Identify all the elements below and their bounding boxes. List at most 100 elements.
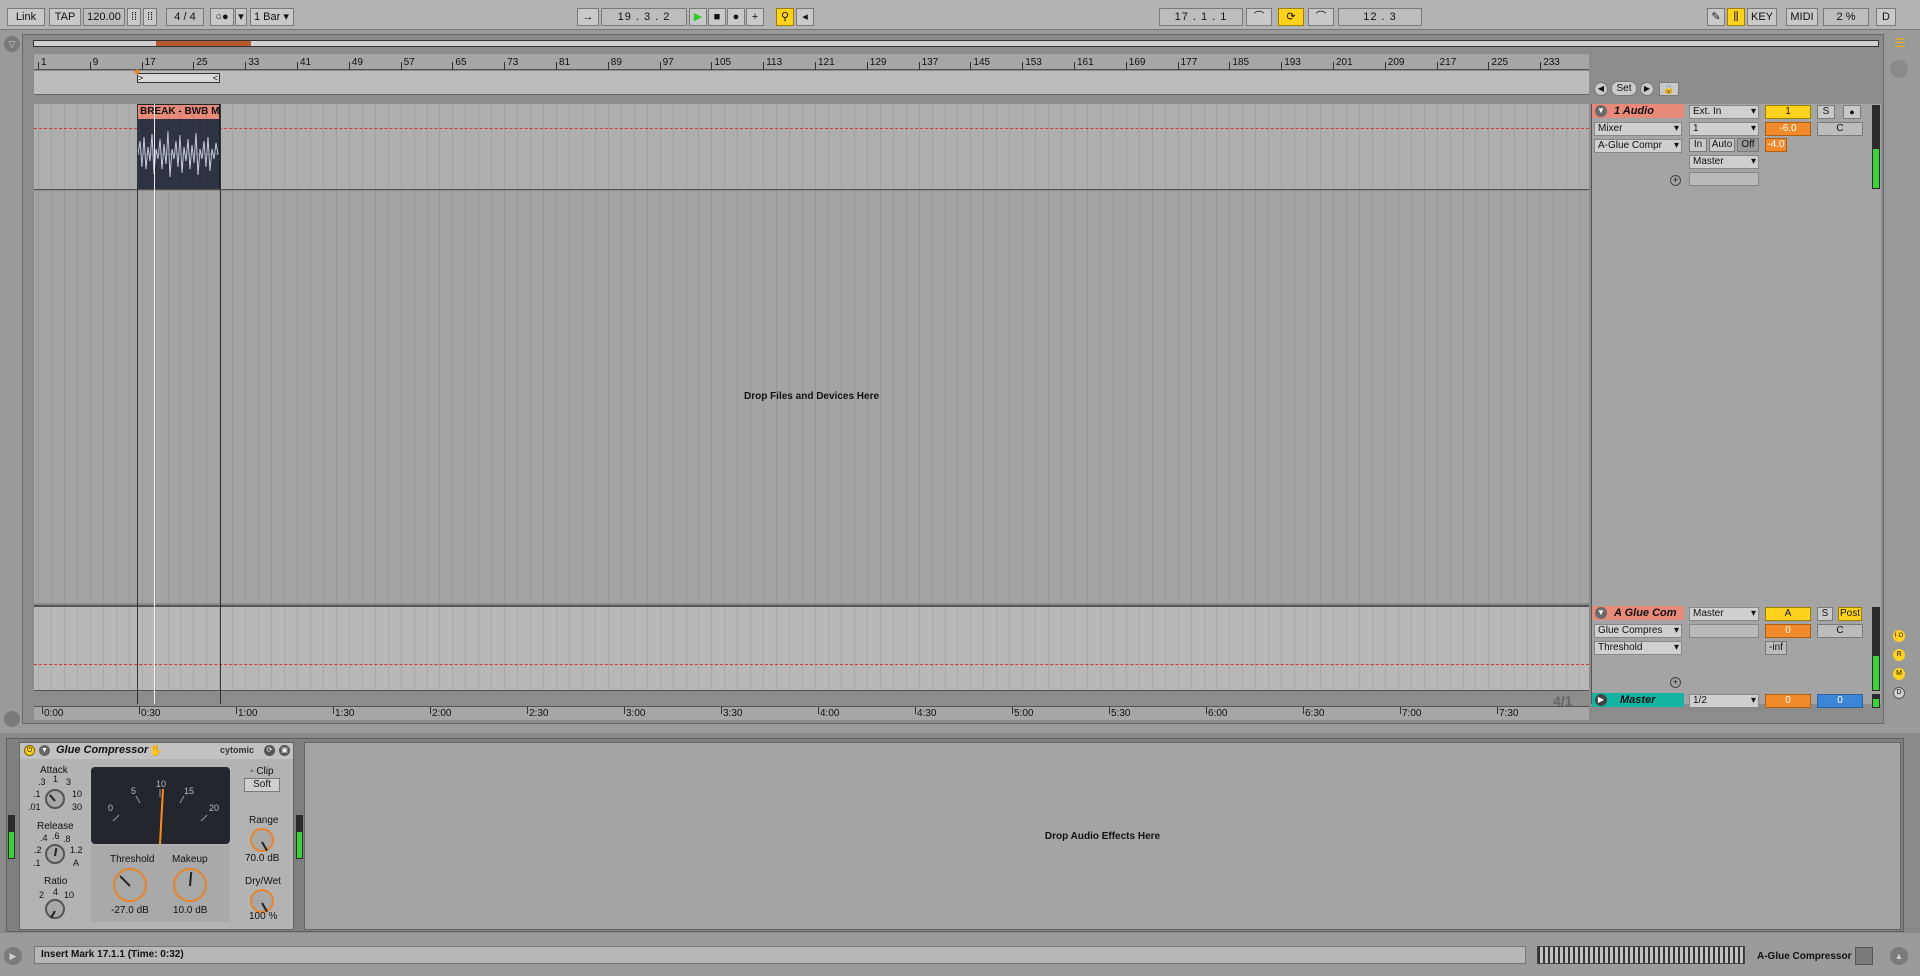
punch-out-button[interactable]: ⌒ — [1308, 8, 1334, 26]
overview-visible-region[interactable] — [156, 41, 251, 46]
input-channel-chooser[interactable]: 1 — [1689, 122, 1759, 136]
time-signature-field[interactable]: 4 / 4 — [166, 8, 204, 26]
metronome-menu-button[interactable]: ▾ — [235, 8, 247, 26]
next-locator-button[interactable]: ▶ — [1640, 82, 1654, 96]
midi-map-button[interactable]: MIDI — [1786, 8, 1818, 26]
track-fold-icon[interactable]: ▼ — [1595, 105, 1607, 117]
return-add-lane-icon[interactable]: + — [1670, 677, 1681, 688]
quantize-menu[interactable]: 1 Bar ▾ — [250, 8, 294, 26]
track-activator-button[interactable]: 1 — [1765, 105, 1811, 119]
attack-knob[interactable] — [45, 789, 65, 809]
time-ruler[interactable]: 0:00 0:30 1:00 1:30 2:00 2:30 3:00 3:30 4:00 4:30… — [34, 706, 1589, 720]
master-fold-icon[interactable]: ▶ — [1595, 694, 1607, 706]
return-output-chooser[interactable]: Master — [1689, 607, 1759, 621]
delay-toggle-button[interactable]: D — [1893, 687, 1905, 699]
ratio-knob[interactable] — [45, 899, 65, 919]
drywet-knob[interactable] — [250, 889, 274, 913]
loop-length-field[interactable]: 12 . 3 — [1338, 8, 1422, 26]
left-panel-toggle-icon[interactable]: ▽ — [4, 36, 20, 52]
arm-button[interactable]: ● — [1843, 105, 1861, 119]
tempo-field[interactable]: 120.00 — [83, 8, 125, 26]
stop-button[interactable]: ■ — [708, 8, 726, 26]
return-solo-button[interactable]: S — [1817, 607, 1833, 621]
play-button[interactable]: ▶ — [689, 8, 707, 26]
mixer-toggle-button[interactable]: M — [1893, 668, 1905, 680]
loop-start-field[interactable]: 17 . 1 . 1 — [1159, 8, 1243, 26]
range-knob[interactable] — [250, 828, 274, 852]
beat-time-ruler[interactable]: 1 9 17 25 33 41 49 57 65 73 81 89 97 105 113 121 129 137 1… — [34, 54, 1589, 70]
detail-view-toggle-icon[interactable] — [1855, 947, 1873, 965]
input-type-chooser[interactable]: Ext. In — [1689, 105, 1759, 119]
record-button[interactable]: ● — [727, 8, 745, 26]
set-locator-button[interactable]: Set — [1611, 81, 1637, 96]
return-fold-icon[interactable]: ▼ — [1595, 607, 1607, 619]
back-to-arrangement-button[interactable]: ◂ — [796, 8, 814, 26]
loop-brace-row[interactable]: > < ◆ — [34, 68, 1589, 95]
master-track-name[interactable]: Master — [1620, 694, 1655, 706]
follow-button[interactable]: → — [577, 8, 599, 26]
device-activator-icon[interactable]: ⏻ — [24, 745, 35, 756]
monitor-off-button[interactable]: Off — [1737, 138, 1759, 152]
io-toggle-button[interactable]: I·O — [1893, 630, 1905, 642]
metronome-button[interactable]: ○● — [210, 8, 234, 26]
makeup-knob[interactable] — [173, 868, 207, 902]
send-a-field[interactable]: -4.0 — [1765, 138, 1787, 152]
solo-button[interactable]: S — [1817, 105, 1835, 119]
audio-track-name[interactable]: 1 Audio — [1614, 105, 1654, 117]
return-send-field[interactable]: -inf — [1765, 641, 1787, 655]
device-save-icon[interactable]: ▣ — [279, 745, 290, 756]
return-track-name[interactable]: A Glue Com — [1614, 607, 1677, 619]
nudge-down-button[interactable]: ⁞⁞ — [127, 8, 141, 26]
output-chooser[interactable]: Master — [1689, 155, 1759, 169]
cue-output-chooser[interactable]: 1/2 — [1689, 694, 1759, 708]
output-channel-chooser[interactable] — [1689, 172, 1759, 186]
computer-midi-keyboard-button[interactable]: ⫼ — [1727, 8, 1745, 26]
return-pan-field[interactable]: C — [1817, 624, 1863, 638]
session-record-button[interactable]: + — [746, 8, 764, 26]
song-position-field[interactable]: 19 . 3 . 2 — [601, 8, 687, 26]
pan-field[interactable]: C — [1817, 122, 1863, 136]
return-post-button[interactable]: Post — [1838, 607, 1862, 621]
master-volume-field[interactable]: 0 — [1765, 694, 1811, 708]
loop-brace[interactable]: > < — [137, 73, 220, 83]
release-knob[interactable] — [45, 844, 65, 864]
return-activator-button[interactable]: A — [1765, 607, 1811, 621]
returns-toggle-button[interactable]: R — [1893, 649, 1905, 661]
monitor-in-button[interactable]: In — [1689, 138, 1707, 152]
info-view-toggle-icon[interactable]: ▶ — [4, 947, 22, 965]
link-button[interactable]: Link — [7, 8, 45, 26]
arrangement-overview[interactable] — [33, 40, 1879, 47]
audio-track-lane[interactable]: BREAK - BWB MI — [34, 104, 1589, 190]
device-preset-icon[interactable]: ⟳ — [264, 745, 275, 756]
loop-switch-button[interactable]: ⟳ — [1278, 8, 1304, 26]
automation-parameter-chooser[interactable]: A-Glue Compr — [1594, 139, 1682, 153]
audio-clip[interactable]: BREAK - BWB MI — [137, 104, 220, 189]
return-volume-field[interactable]: 0 — [1765, 624, 1811, 638]
right-panel-toggle-icon[interactable] — [1890, 60, 1908, 78]
nudge-up-button[interactable]: ⁞⁞ — [143, 8, 157, 26]
device-fold-icon[interactable]: ▼ — [39, 745, 50, 756]
return-track-lane[interactable] — [34, 605, 1589, 691]
draw-mode-button[interactable]: ✎ — [1707, 8, 1725, 26]
tap-button[interactable]: TAP — [49, 8, 81, 26]
key-map-button[interactable]: KEY — [1747, 8, 1777, 26]
automation-device-chooser[interactable]: Mixer — [1594, 122, 1682, 136]
zoom-toggle-icon[interactable] — [4, 711, 20, 727]
right-panel-menu-icon[interactable]: ☰ — [1893, 36, 1907, 50]
automation-arm-button[interactable]: ⚲ — [776, 8, 794, 26]
threshold-knob[interactable] — [113, 868, 147, 902]
master-pan-field[interactable]: 0 — [1817, 694, 1863, 708]
volume-field[interactable]: -6.0 — [1765, 122, 1811, 136]
punch-in-button[interactable]: ⌒ — [1246, 8, 1272, 26]
add-automation-lane-icon[interactable]: + — [1670, 175, 1681, 186]
arrangement-drop-area[interactable]: Drop Files and Devices Here — [34, 191, 1589, 603]
drop-effects-area[interactable]: Drop Audio Effects Here — [304, 742, 1901, 930]
previous-locator-button[interactable]: ◀ — [1594, 82, 1608, 96]
return-output-channel[interactable] — [1689, 624, 1759, 638]
drawer-toggle-icon[interactable]: ▲ — [1890, 947, 1908, 965]
return-device-chooser[interactable]: Glue Compres — [1594, 624, 1682, 638]
return-parameter-chooser[interactable]: Threshold — [1594, 641, 1682, 655]
lock-envelopes-button[interactable]: 🔒 — [1659, 82, 1679, 96]
soft-clip-button[interactable]: Soft — [244, 778, 280, 792]
monitor-auto-button[interactable]: Auto — [1709, 138, 1735, 152]
